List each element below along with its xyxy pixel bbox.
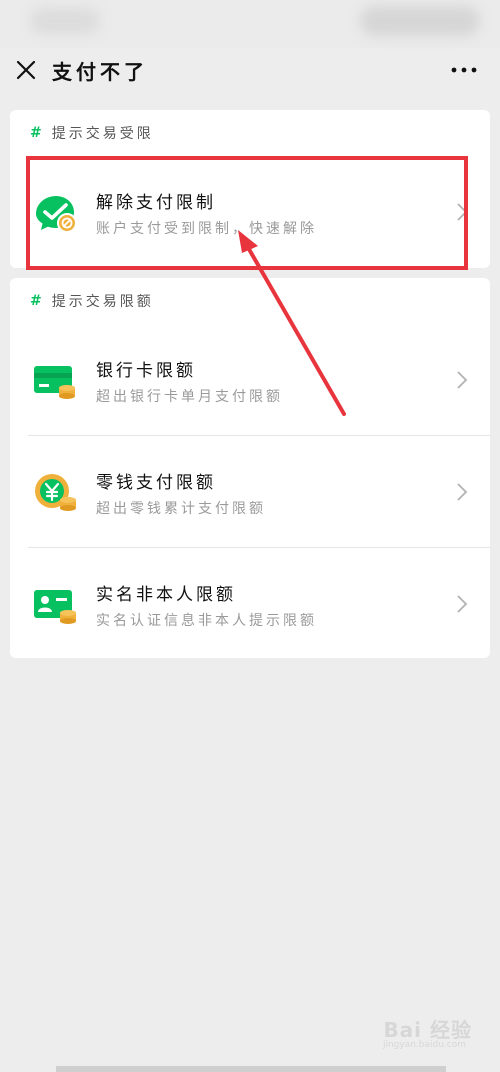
list-item-change-limit[interactable]: 零钱支付限额 超出零钱累计支付限额 (10, 436, 490, 548)
watermark-sub: jingyan.baidu.com (382, 1040, 466, 1050)
item-subtitle: 超出零钱累计支付限额 (96, 501, 266, 517)
section-card-limits: # 提示交易限额 银行卡限额 超出银行卡单月支付限额 零钱支付限额 超出零钱累计… (10, 278, 490, 658)
chevron-right-icon (457, 483, 468, 501)
nav-bar: 支付不了 (0, 48, 500, 96)
status-bar-blur-right (360, 6, 480, 36)
list-item-bank-card-limit[interactable]: 银行卡限额 超出银行卡单月支付限额 (10, 324, 490, 436)
hash-icon: # (30, 125, 42, 141)
hash-icon: # (30, 293, 42, 309)
bottom-strip (56, 1066, 446, 1072)
change-wallet-icon (35, 474, 76, 511)
section-header-label: 提示交易限额 (51, 294, 154, 310)
item-title: 零钱支付限额 (96, 473, 216, 493)
bank-card-icon (34, 366, 75, 399)
close-icon[interactable] (14, 58, 38, 82)
item-title: 实名非本人限额 (96, 585, 236, 605)
section-header: # 提示交易限额 (10, 278, 490, 324)
status-bar-blur-left (30, 8, 100, 34)
annotation-highlight-box (26, 156, 468, 270)
id-card-icon (34, 590, 76, 624)
item-title: 银行卡限额 (96, 361, 196, 381)
section-header-label: 提示交易受限 (51, 126, 154, 142)
page-title: 支付不了 (52, 60, 148, 84)
chevron-right-icon (457, 371, 468, 389)
watermark: Bai 经验 (383, 1018, 472, 1042)
more-icon[interactable] (450, 60, 478, 80)
status-bar (0, 0, 500, 48)
list-item-identity-limit[interactable]: 实名非本人限额 实名认证信息非本人提示限额 (10, 548, 490, 660)
chevron-right-icon (457, 595, 468, 613)
section-header: # 提示交易受限 (10, 110, 490, 156)
item-subtitle: 超出银行卡单月支付限额 (96, 389, 283, 405)
item-subtitle: 实名认证信息非本人提示限额 (96, 613, 317, 629)
